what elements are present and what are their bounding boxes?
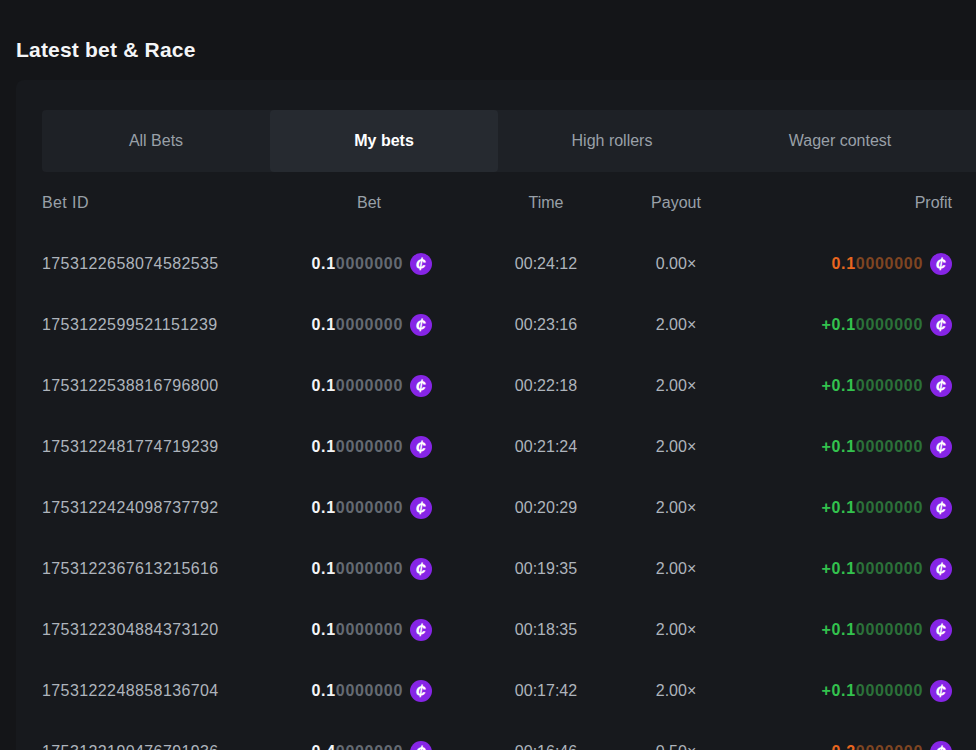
tab-my-bets[interactable]: My bets [270,110,498,172]
coin-icon: ¢ [410,436,432,458]
bet-profit: 0.10000000 ¢ [720,253,952,275]
bet-payout: 0.50× [632,743,720,750]
bet-payout: 2.00× [632,499,720,517]
bet-amount: 0.10000000 ¢ [272,314,432,336]
bet-amount: 0.10000000 ¢ [272,680,432,702]
table-row[interactable]: 1753122304884373120 0.10000000 ¢ 00:18:3… [42,599,952,660]
bet-profit: +0.10000000 ¢ [720,558,952,580]
bet-id: 1753122599521151239 [42,316,272,334]
table-header-row: Bet ID Bet Time Payout Profit [42,172,952,233]
bets-table: Bet ID Bet Time Payout Profit 1753122658… [42,172,952,750]
bet-payout: 2.00× [632,682,720,700]
coin-icon: ¢ [410,619,432,641]
bet-id: 1753122248858136704 [42,682,272,700]
column-header-bet-id: Bet ID [42,194,272,212]
bets-tabbar: All Bets My bets High rollers Wager cont… [42,110,976,172]
table-row[interactable]: 1753122599521151239 0.10000000 ¢ 00:23:1… [42,294,952,355]
coin-icon: ¢ [930,619,952,641]
bet-profit: +0.10000000 ¢ [720,314,952,336]
table-row[interactable]: 1753122424098737792 0.10000000 ¢ 00:20:2… [42,477,952,538]
bet-profit: +0.10000000 ¢ [720,497,952,519]
coin-icon: ¢ [410,375,432,397]
coin-icon: ¢ [410,741,432,750]
tab-all-bets[interactable]: All Bets [42,110,270,172]
coin-icon: ¢ [410,253,432,275]
bet-payout: 2.00× [632,560,720,578]
bet-amount: 0.10000000 ¢ [272,497,432,519]
bet-amount: 0.10000000 ¢ [272,253,432,275]
bet-time: 00:23:16 [460,316,632,334]
coin-icon: ¢ [930,375,952,397]
tab-high-rollers[interactable]: High rollers [498,110,726,172]
table-row[interactable]: 1753122248858136704 0.10000000 ¢ 00:17:4… [42,660,952,721]
bet-payout: 2.00× [632,438,720,456]
bet-time: 00:24:12 [460,255,632,273]
coin-icon: ¢ [930,558,952,580]
column-header-payout: Payout [632,194,720,212]
bet-amount: 0.10000000 ¢ [272,558,432,580]
bet-profit: +0.10000000 ¢ [720,680,952,702]
coin-icon: ¢ [410,558,432,580]
bet-payout: 2.00× [632,621,720,639]
table-row[interactable]: 1753122658074582535 0.10000000 ¢ 00:24:1… [42,233,952,294]
table-row[interactable]: 1753122538816796800 0.10000000 ¢ 00:22:1… [42,355,952,416]
bet-amount: 0.10000000 ¢ [272,375,432,397]
coin-icon: ¢ [930,314,952,336]
bet-amount: 0.40000000 ¢ [272,741,432,750]
bet-profit: +0.10000000 ¢ [720,619,952,641]
coin-icon: ¢ [930,680,952,702]
table-row[interactable]: 1753122190476791936 0.40000000 ¢ 00:16:4… [42,721,952,750]
page-title: Latest bet & Race [16,38,196,62]
bet-time: 00:17:42 [460,682,632,700]
bet-time: 00:22:18 [460,377,632,395]
bet-time: 00:20:29 [460,499,632,517]
bets-panel: All Bets My bets High rollers Wager cont… [16,80,976,750]
table-row[interactable]: 1753122481774719239 0.10000000 ¢ 00:21:2… [42,416,952,477]
bet-amount: 0.10000000 ¢ [272,619,432,641]
coin-icon: ¢ [930,741,952,750]
column-header-time: Time [460,194,632,212]
bet-time: 00:16:46 [460,743,632,750]
bet-payout: 0.00× [632,255,720,273]
bet-profit: +0.10000000 ¢ [720,375,952,397]
column-header-profit: Profit [720,194,952,212]
bet-profit: 0.20000000 ¢ [720,741,952,750]
coin-icon: ¢ [410,680,432,702]
bet-id: 1753122367613215616 [42,560,272,578]
coin-icon: ¢ [930,253,952,275]
bet-payout: 2.00× [632,316,720,334]
bet-id: 1753122658074582535 [42,255,272,273]
column-header-bet: Bet [272,194,432,212]
bet-profit: +0.10000000 ¢ [720,436,952,458]
bet-time: 00:21:24 [460,438,632,456]
table-row[interactable]: 1753122367613215616 0.10000000 ¢ 00:19:3… [42,538,952,599]
bet-id: 1753122424098737792 [42,499,272,517]
bet-id: 1753122538816796800 [42,377,272,395]
bet-payout: 2.00× [632,377,720,395]
bet-id: 1753122481774719239 [42,438,272,456]
coin-icon: ¢ [410,497,432,519]
coin-icon: ¢ [930,436,952,458]
bet-time: 00:18:35 [460,621,632,639]
bet-time: 00:19:35 [460,560,632,578]
tab-wager-contest[interactable]: Wager contest [726,110,954,172]
bet-id: 1753122190476791936 [42,743,272,750]
bet-amount: 0.10000000 ¢ [272,436,432,458]
coin-icon: ¢ [930,497,952,519]
coin-icon: ¢ [410,314,432,336]
bet-id: 1753122304884373120 [42,621,272,639]
